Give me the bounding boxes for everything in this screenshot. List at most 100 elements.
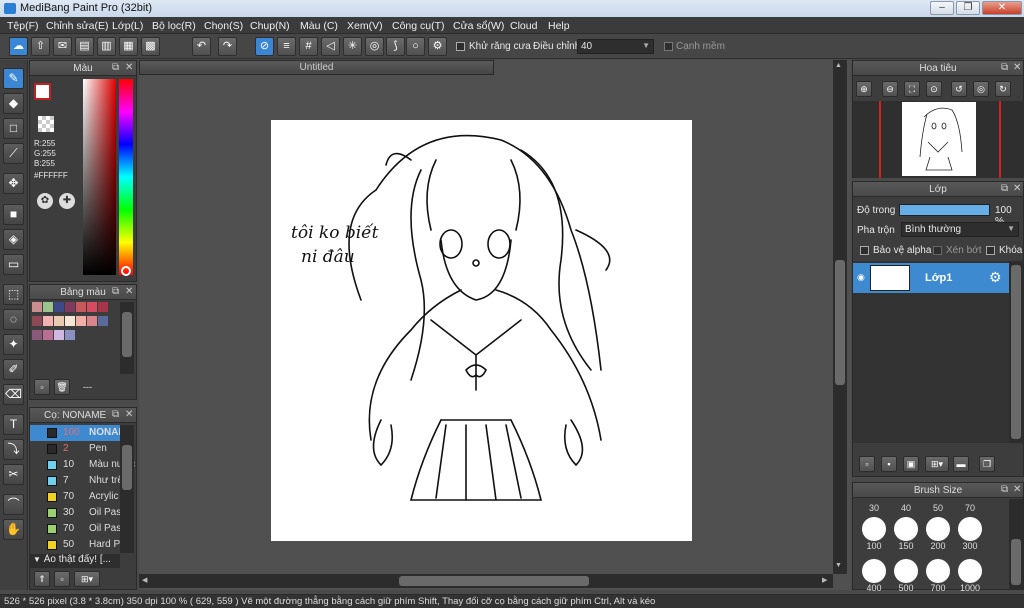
close-panel-icon[interactable]: ✕	[1013, 183, 1021, 194]
page-icon[interactable]: ▦	[119, 37, 138, 56]
select-pen-tool-icon[interactable]: ✐	[3, 359, 24, 380]
popout-icon[interactable]: ⧉	[1001, 183, 1008, 194]
hue-handle[interactable]	[121, 266, 131, 276]
brush-size-option[interactable]: 200	[923, 517, 953, 551]
duplicate-layer-icon[interactable]: ❐	[979, 456, 995, 472]
comment-icon[interactable]: ▤	[75, 37, 94, 56]
brush-size-scrollbar[interactable]	[1009, 499, 1023, 589]
text-tool-icon[interactable]: T	[3, 414, 24, 435]
move-tool-icon[interactable]: ✥	[3, 173, 24, 194]
canvas-vscrollbar[interactable]: ▲ ▼	[833, 60, 847, 574]
popout-icon[interactable]: ⧉	[1001, 484, 1008, 495]
palette-swatch[interactable]	[43, 316, 53, 326]
canvas-hscrollbar[interactable]: ◀ ▶	[139, 574, 833, 588]
folder-icon[interactable]: ▬	[953, 456, 969, 472]
vanish-snap-icon[interactable]: ◁	[321, 37, 340, 56]
snap-settings-icon[interactable]: ⚙	[428, 37, 447, 56]
palette-swatch[interactable]	[65, 302, 75, 312]
minimize-button[interactable]: –	[930, 1, 954, 15]
new-8bit-layer-icon[interactable]: ▣	[903, 456, 919, 472]
menu-edit[interactable]: Chỉnh sửa(E)	[46, 20, 108, 32]
close-panel-icon[interactable]: ✕	[1013, 484, 1021, 495]
brush-list-item[interactable]: 30 Oil Paste	[30, 505, 130, 521]
reset-rotate-icon[interactable]: ◎	[973, 81, 989, 97]
palette-swatch[interactable]	[65, 316, 75, 326]
rotate-left-icon[interactable]: ↺	[951, 81, 967, 97]
cross-snap-icon[interactable]: #	[299, 37, 318, 56]
menu-select[interactable]: Chọn(S)	[204, 20, 243, 32]
circle-snap-icon[interactable]: ◎	[365, 37, 384, 56]
palette-swatch[interactable]	[65, 330, 75, 340]
color-wheel-icon[interactable]: ✿	[37, 193, 53, 209]
brush-list-item[interactable]: 70 Oil Paste	[30, 521, 130, 537]
palette-swatch[interactable]	[54, 330, 64, 340]
brush-size-option[interactable]: 40	[891, 503, 921, 513]
brush-list-item[interactable]: 50 Hard Pen	[30, 537, 131, 553]
hand-tool-icon[interactable]: ✋	[3, 519, 24, 540]
popout-icon[interactable]: ⧉	[1001, 62, 1008, 73]
menu-snap[interactable]: Chụp(N)	[250, 20, 290, 32]
brush-list-item[interactable]: 7 Như trên	[30, 473, 129, 489]
palette-swatch[interactable]	[87, 302, 97, 312]
scroll-thumb[interactable]	[122, 445, 132, 490]
new-halftone-layer-icon[interactable]: ▪	[881, 456, 897, 472]
palette-swatch[interactable]	[98, 302, 108, 312]
palette-swatch[interactable]	[43, 302, 53, 312]
share-icon[interactable]: ⇧	[31, 37, 50, 56]
adjust-dropdown[interactable]: 40 ▼	[577, 39, 654, 54]
brush-tool-icon[interactable]: ✎	[3, 68, 24, 89]
cloud-icon[interactable]: ☁	[9, 37, 28, 56]
new-brush-icon[interactable]: ▫	[54, 571, 70, 587]
menu-help[interactable]: Help	[548, 20, 570, 32]
brush-size-option[interactable]: 500	[891, 559, 921, 593]
hue-slider[interactable]	[119, 79, 133, 275]
delete-palette-icon[interactable]: 🗑	[54, 379, 70, 395]
chat-icon[interactable]: ✉	[53, 37, 72, 56]
soft-edge-checkbox[interactable]	[664, 42, 673, 51]
brush-size-option[interactable]: 100	[859, 517, 889, 551]
zoom-in-icon[interactable]: ⊕	[856, 81, 872, 97]
curve-snap-icon[interactable]: ⟆	[386, 37, 405, 56]
ellipse-snap-icon[interactable]: ○	[406, 37, 425, 56]
gear-icon[interactable]: ⚙	[989, 269, 1002, 286]
layer-row[interactable]: ◉ Lớp1 ⚙	[853, 263, 1009, 293]
saturation-value-picker[interactable]	[83, 79, 116, 275]
magic-wand-tool-icon[interactable]: ✦	[3, 334, 24, 355]
pen-tool-icon[interactable]: ⟋	[3, 143, 24, 164]
scroll-thumb[interactable]	[1011, 539, 1021, 585]
brush-size-option[interactable]: 300	[955, 517, 985, 551]
lasso-tool-icon[interactable]: ◌	[3, 309, 24, 330]
actual-size-icon[interactable]: ⊙	[926, 81, 942, 97]
brush-size-option[interactable]: 700	[923, 559, 953, 593]
scroll-thumb[interactable]	[122, 312, 132, 357]
eraser-tool-icon[interactable]: ◆	[3, 93, 24, 114]
brush-size-option[interactable]: 50	[923, 503, 953, 513]
tab-untitled[interactable]: Untitled	[139, 60, 494, 75]
parallel-snap-icon[interactable]: ≡	[277, 37, 296, 56]
select-tool-icon[interactable]: ⬚	[3, 284, 24, 305]
select-eraser-tool-icon[interactable]: ⌫	[3, 384, 24, 405]
brush-group-row[interactable]: ▼ Ảo thật đấy! [...	[30, 554, 120, 568]
document-icon[interactable]: ▥	[97, 37, 116, 56]
grid-icon[interactable]: ▩	[141, 37, 160, 56]
new-palette-icon[interactable]: ▫	[34, 379, 50, 395]
palette-swatch[interactable]	[32, 316, 42, 326]
menu-file[interactable]: Tệp(F)	[7, 20, 39, 32]
close-panel-icon[interactable]: ✕	[125, 62, 133, 73]
scroll-up-icon[interactable]: ▲	[835, 62, 845, 72]
maximize-button[interactable]: ❐	[956, 1, 980, 15]
menu-layer[interactable]: Lớp(L)	[112, 20, 143, 32]
foreground-color-swatch[interactable]	[34, 83, 51, 100]
fit-icon[interactable]: ⛶	[904, 81, 920, 97]
brush-list-item[interactable]: 100 NONAME	[30, 425, 133, 441]
close-panel-icon[interactable]: ✕	[125, 286, 133, 297]
lock-checkbox[interactable]	[986, 246, 995, 255]
collapse-icon[interactable]: ▼	[33, 555, 41, 564]
menu-cloud[interactable]: Cloud	[510, 20, 537, 32]
close-button[interactable]: ✕	[982, 1, 1022, 15]
layer-scrollbar[interactable]	[1009, 261, 1023, 443]
add-layer-menu-icon[interactable]: ⊞▾	[925, 456, 949, 472]
popout-icon[interactable]: ⧉	[112, 409, 119, 420]
rotate-right-icon[interactable]: ↻	[995, 81, 1011, 97]
transparent-color-swatch[interactable]	[38, 116, 54, 132]
